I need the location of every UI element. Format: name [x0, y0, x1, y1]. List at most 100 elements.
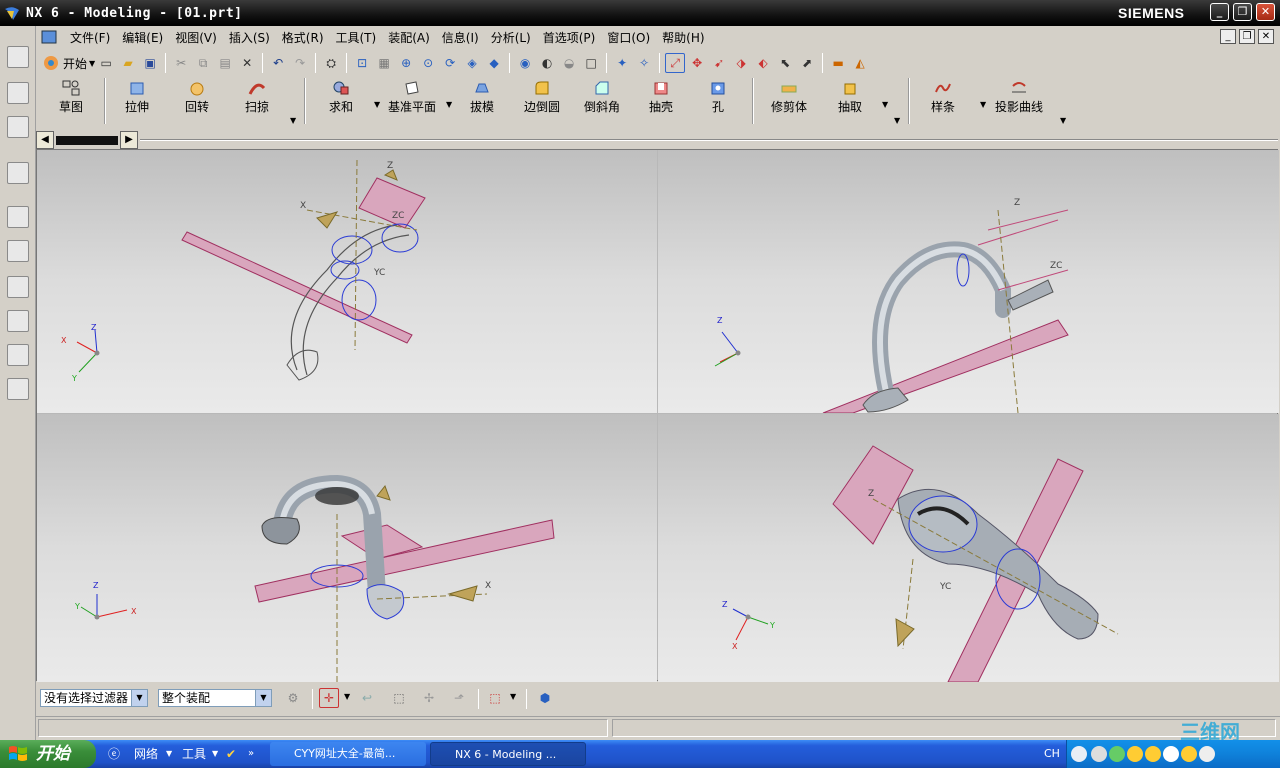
spline-button[interactable]: 样条: [920, 76, 966, 126]
sweep-button[interactable]: 扫掠: [232, 76, 282, 126]
close-button[interactable]: ✕: [1256, 3, 1275, 21]
general-selection-filter-icon[interactable]: ⚙: [283, 688, 303, 708]
layer-icon[interactable]: ✧: [634, 53, 654, 73]
menu-insert[interactable]: 插入(S): [223, 29, 276, 46]
view-pane-top-right[interactable]: Z ZC Z: [658, 150, 1279, 414]
doc-restore-button[interactable]: ❐: [1239, 29, 1255, 44]
tab-scroll-right-icon[interactable]: ▶: [120, 131, 138, 149]
menu-assemblies[interactable]: 装配(A): [382, 29, 436, 46]
copy-icon[interactable]: ⧉: [193, 53, 213, 73]
plane-icon[interactable]: ⬗: [731, 53, 751, 73]
shell-button[interactable]: 抽壳: [636, 76, 686, 126]
project-curve-button[interactable]: 投影曲线: [988, 76, 1050, 126]
show-hide-icon[interactable]: ◒: [559, 53, 579, 73]
hole-button[interactable]: 孔: [698, 76, 738, 126]
edge-blend-button[interactable]: 边倒圆: [516, 76, 568, 126]
rectangle-select-icon[interactable]: ⬚: [485, 688, 505, 708]
doc-minimize-button[interactable]: _: [1220, 29, 1236, 44]
select-icon[interactable]: ⬉: [775, 53, 795, 73]
quicklaunch-tools[interactable]: 工具: [182, 740, 206, 768]
quicklaunch-network[interactable]: 网络: [134, 740, 158, 768]
new-icon[interactable]: ▭: [96, 53, 116, 73]
extract-button[interactable]: 抽取: [830, 76, 870, 126]
view-pane-top-left[interactable]: Z X ZC YC X Z Y: [37, 150, 657, 413]
color-icon[interactable]: □: [581, 53, 601, 73]
chamfer-button[interactable]: 倒斜角: [576, 76, 628, 126]
binoculars-icon[interactable]: ⛭: [321, 53, 341, 73]
fit-icon[interactable]: ⊡: [352, 53, 372, 73]
menu-help[interactable]: 帮助(H): [656, 29, 710, 46]
menu-information[interactable]: 信息(I): [436, 29, 485, 46]
system-scenes-icon[interactable]: [7, 378, 29, 400]
rotate-icon[interactable]: ⟳: [440, 53, 460, 73]
view-pane-bottom-left[interactable]: X Z X Y: [37, 414, 657, 682]
k-icon[interactable]: [1163, 746, 1179, 762]
wcs-icon[interactable]: ✦: [612, 53, 632, 73]
qq-icon[interactable]: [1127, 746, 1143, 762]
process-studio-icon[interactable]: [7, 276, 29, 298]
windows-start-button[interactable]: 开始: [0, 740, 96, 768]
manufacturing-wizard-icon[interactable]: [7, 310, 29, 332]
restore-button[interactable]: ❐: [1233, 3, 1252, 21]
measure-icon[interactable]: ⬈: [797, 53, 817, 73]
orient-view-icon[interactable]: ◆: [484, 53, 504, 73]
menu-file[interactable]: 文件(F): [64, 29, 116, 46]
constraint-navigator-icon[interactable]: [7, 82, 29, 104]
part-tab[interactable]: [56, 136, 118, 145]
save-icon[interactable]: ▣: [140, 53, 160, 73]
task-nx[interactable]: NX 6 - Modeling ...: [430, 742, 586, 766]
render-style-icon[interactable]: ◉: [515, 53, 535, 73]
point-snap-icon[interactable]: ✛: [319, 688, 339, 708]
menu-edit[interactable]: 编辑(E): [116, 29, 169, 46]
point-icon[interactable]: ✥: [687, 53, 707, 73]
graphics-window[interactable]: Z X ZC YC X Z Y Z ZC Z X Z X Y Z YC Z X …: [36, 149, 1279, 683]
view-pane-bottom-right[interactable]: Z YC Z X Y: [658, 414, 1279, 683]
snap-icon[interactable]: ⬖: [753, 53, 773, 73]
vector-icon[interactable]: ➹: [709, 53, 729, 73]
quicklaunch-tools-arrow[interactable]: ▼: [212, 740, 218, 768]
zoom-window-icon[interactable]: ▦: [374, 53, 394, 73]
select-feature-icon[interactable]: ⬚: [389, 688, 409, 708]
part-navigator-icon[interactable]: [7, 116, 29, 138]
roles-icon[interactable]: [7, 344, 29, 366]
menu-tools[interactable]: 工具(T): [330, 29, 383, 46]
sketch-button[interactable]: 草图: [46, 76, 96, 126]
type-filter-select[interactable]: 没有选择过滤器 ▼: [40, 689, 148, 707]
selection-scope-select[interactable]: 整个装配 ▼: [158, 689, 272, 707]
start-menu-button[interactable]: 开始 ▼: [42, 54, 95, 72]
cut-icon[interactable]: ✂: [171, 53, 191, 73]
csys-icon[interactable]: ⤢: [665, 53, 686, 73]
menu-format[interactable]: 格式(R): [276, 29, 330, 46]
menu-view[interactable]: 视图(V): [169, 29, 223, 46]
menu-analysis[interactable]: 分析(L): [485, 29, 537, 46]
quicklaunch-app-icon[interactable]: ✔: [226, 740, 236, 768]
background-icon[interactable]: ◐: [537, 53, 557, 73]
qq-icon-3[interactable]: [1181, 746, 1197, 762]
history-icon[interactable]: [7, 206, 29, 228]
perspective-icon[interactable]: ◈: [462, 53, 482, 73]
speaker-icon[interactable]: [1199, 746, 1215, 762]
revolve-button[interactable]: 回转: [172, 76, 222, 126]
datum-plane-button[interactable]: 基准平面: [382, 76, 442, 126]
undo-icon[interactable]: ↶: [268, 53, 288, 73]
redo-icon[interactable]: ↷: [290, 53, 310, 73]
delete-icon[interactable]: ✕: [237, 53, 257, 73]
assembly-navigator-icon[interactable]: [7, 46, 29, 68]
unite-button[interactable]: 求和: [316, 76, 366, 126]
language-indicator[interactable]: CH: [1044, 740, 1060, 768]
quicklaunch-more-icon[interactable]: »: [248, 740, 254, 768]
ie-icon[interactable]: ⓔ: [108, 740, 120, 768]
draft-analysis-icon[interactable]: ◭: [850, 53, 870, 73]
undo-selection-icon[interactable]: ↩: [357, 688, 377, 708]
tab-scroll-left-icon[interactable]: ◀: [36, 131, 54, 149]
paste-icon[interactable]: ▤: [215, 53, 235, 73]
open-icon[interactable]: ▰: [118, 53, 138, 73]
help-icon[interactable]: [1071, 746, 1087, 762]
task-browser[interactable]: CYY网址大全-最简...: [270, 742, 426, 766]
quicklaunch-network-arrow[interactable]: ▼: [166, 740, 172, 768]
menu-preferences[interactable]: 首选项(P): [537, 29, 602, 46]
extrude-button[interactable]: 拉伸: [112, 76, 162, 126]
trim-body-button[interactable]: 修剪体: [762, 76, 816, 126]
system-materials-icon[interactable]: [7, 240, 29, 262]
pan-icon[interactable]: ⊙: [418, 53, 438, 73]
